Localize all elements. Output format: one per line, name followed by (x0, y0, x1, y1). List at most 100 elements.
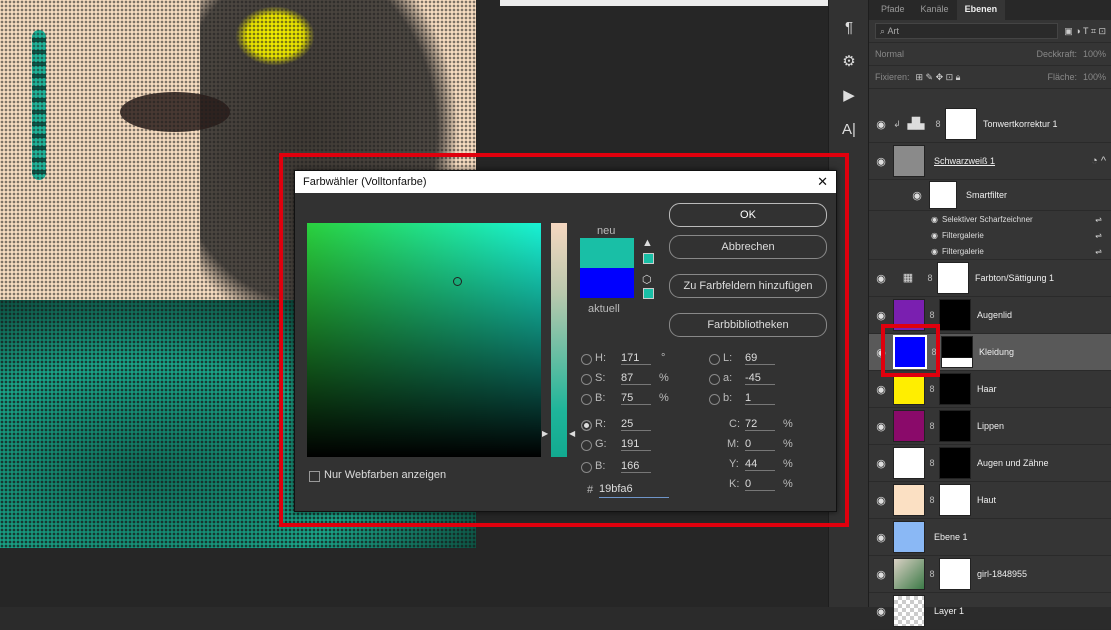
search-icon: ⌕ (880, 25, 888, 36)
paragraph-icon[interactable]: ¶ (829, 10, 869, 44)
eye-icon[interactable]: ◉ (869, 118, 893, 131)
chain-icon: 8 (929, 569, 935, 579)
layer-name: Haut (977, 495, 997, 505)
layer-name: Lippen (977, 421, 1005, 431)
layer-thumbnail (893, 484, 925, 516)
eye-icon[interactable]: ◉ (905, 189, 929, 202)
highlight-layer-thumb-box (881, 324, 940, 377)
filter-item[interactable]: ◉ Filtergalerie ⇌ (869, 243, 1111, 260)
layer-row[interactable]: ◉ 8 Lippen (869, 408, 1111, 445)
layer-row[interactable]: ◉ 8 Augen und Zähne (869, 445, 1111, 482)
layer-mask (939, 484, 971, 516)
canvas-edge (500, 0, 828, 6)
layer-name: Kleidung (979, 347, 1015, 357)
layer-row[interactable]: ◉ ↲ ▟▙ 8 Tonwertkorrektur 1 (869, 106, 1111, 143)
eye-icon[interactable]: ◉ (931, 247, 938, 256)
eye-icon[interactable]: ◉ (869, 309, 893, 322)
opacity-label: Deckkraft: (1036, 49, 1077, 59)
chain-icon: 8 (927, 273, 933, 283)
levels-icon: ▟▙ (901, 109, 931, 139)
eye-icon[interactable]: ◉ (869, 457, 893, 470)
tab-channels[interactable]: Kanäle (913, 0, 957, 20)
filter-name: Filtergalerie (941, 230, 984, 240)
character-icon[interactable]: A| (829, 112, 869, 146)
blend-mode-select[interactable]: Normal (875, 49, 1030, 59)
eye-icon[interactable]: ◉ (931, 215, 938, 224)
layer-row[interactable]: ◉ ▦ 8 Farbton/Sättigung 1 (869, 260, 1111, 297)
layer-name: Tonwertkorrektur 1 (983, 119, 1058, 129)
layer-row[interactable]: ◉ 8 girl-1848955 (869, 556, 1111, 593)
layer-mask (941, 336, 973, 368)
eye-icon[interactable]: ◉ (869, 531, 893, 544)
filter-row: ⌕ Art ▣ ◑ T ⌗ ⊡ (869, 20, 1111, 43)
layer-thumbnail (893, 521, 925, 553)
layer-mask (939, 558, 971, 590)
layer-name: Schwarzweiß 1 (934, 156, 996, 166)
layer-row[interactable]: ◉ Ebene 1 (869, 519, 1111, 556)
fill-value[interactable]: 100% (1083, 72, 1106, 82)
filter-name: Filtergalerie (941, 246, 984, 256)
layer-thumbnail (893, 410, 925, 442)
eye-icon[interactable]: ◉ (869, 155, 893, 168)
play-icon[interactable]: ▶ (829, 78, 869, 112)
filter-options-icon[interactable]: ⇌ (1095, 231, 1102, 240)
smartfilter-row[interactable]: ◉ Smartfilter (869, 180, 1111, 211)
layer-mask (939, 447, 971, 479)
layer-name: Augenlid (977, 310, 1013, 320)
filter-options-icon[interactable]: ⇌ (1095, 215, 1102, 224)
clip-icon: ↲ (893, 118, 901, 129)
layer-mask (939, 410, 971, 442)
layer-name: Smartfilter (966, 190, 1008, 200)
layer-mask (939, 299, 971, 331)
chain-icon: 8 (929, 384, 935, 394)
chain-icon: 8 (929, 310, 935, 320)
smart-object-icon: ◔ ^ (1091, 155, 1106, 167)
transparent-thumbnail (893, 595, 925, 627)
chain-icon: 8 (929, 421, 935, 431)
layer-row[interactable]: ◉ 8 Haut (869, 482, 1111, 519)
layers-panel: Pfade Kanäle Ebenen ⌕ Art ▣ ◑ T ⌗ ⊡ Norm… (868, 0, 1111, 630)
eye-icon[interactable]: ◉ (869, 605, 893, 618)
eye-icon[interactable]: ◉ (869, 383, 893, 396)
properties-icon[interactable]: ⚙ (829, 44, 869, 78)
opacity-value[interactable]: 100% (1083, 49, 1106, 59)
layer-mask (945, 108, 977, 140)
hue-sat-icon: ▦ (893, 263, 923, 293)
filter-label: Art (887, 26, 900, 36)
eye-icon[interactable]: ◉ (869, 420, 893, 433)
highlight-dialog-box (279, 153, 849, 527)
layer-name: Ebene 1 (934, 532, 968, 542)
fill-label: Fläche: (1047, 72, 1077, 82)
eye-icon[interactable]: ◉ (869, 568, 893, 581)
layer-thumbnail (893, 145, 925, 177)
filter-options-icon[interactable]: ⇌ (1095, 247, 1102, 256)
eye-icon[interactable]: ◉ (869, 494, 893, 507)
filter-name: Selektiver Scharfzeichner (941, 214, 1033, 224)
lock-label: Fixieren: (875, 72, 910, 82)
layer-row[interactable]: ◉ Layer 1 (869, 593, 1111, 630)
layer-mask (939, 373, 971, 405)
layer-mask (937, 262, 969, 294)
layer-name: girl-1848955 (977, 569, 1028, 579)
layer-name: Layer 1 (934, 606, 965, 616)
panel-tabs: Pfade Kanäle Ebenen (869, 0, 1111, 20)
filter-icons[interactable]: ▣ ◑ T ⌗ ⊡ (1064, 26, 1106, 37)
layer-filter-select[interactable]: ⌕ Art (875, 23, 1059, 39)
filter-item[interactable]: ◉ Selektiver Scharfzeichner ⇌ (869, 211, 1111, 227)
lock-icons[interactable]: ⊞ ✎ ✥ ⊡ 🔒︎ (916, 72, 961, 83)
lock-row: Fixieren: ⊞ ✎ ✥ ⊡ 🔒︎ Fläche: 100% (869, 66, 1111, 89)
layer-thumbnail (893, 558, 925, 590)
tab-paths[interactable]: Pfade (873, 0, 913, 20)
blend-row: Normal Deckkraft: 100% (869, 43, 1111, 66)
eye-icon[interactable]: ◉ (869, 272, 893, 285)
layer-name: Haar (977, 384, 997, 394)
filter-item[interactable]: ◉ Filtergalerie ⇌ (869, 227, 1111, 243)
chain-icon: 8 (929, 458, 935, 468)
layer-name: Augen und Zähne (977, 458, 1049, 468)
tab-layers[interactable]: Ebenen (956, 0, 1006, 20)
eye-icon[interactable]: ◉ (931, 231, 938, 240)
layer-thumbnail (893, 447, 925, 479)
layer-thumbnail (893, 373, 925, 405)
layer-row[interactable]: ◉ Schwarzweiß 1 ◔ ^ (869, 143, 1111, 180)
smartfilter-mask (929, 181, 957, 209)
